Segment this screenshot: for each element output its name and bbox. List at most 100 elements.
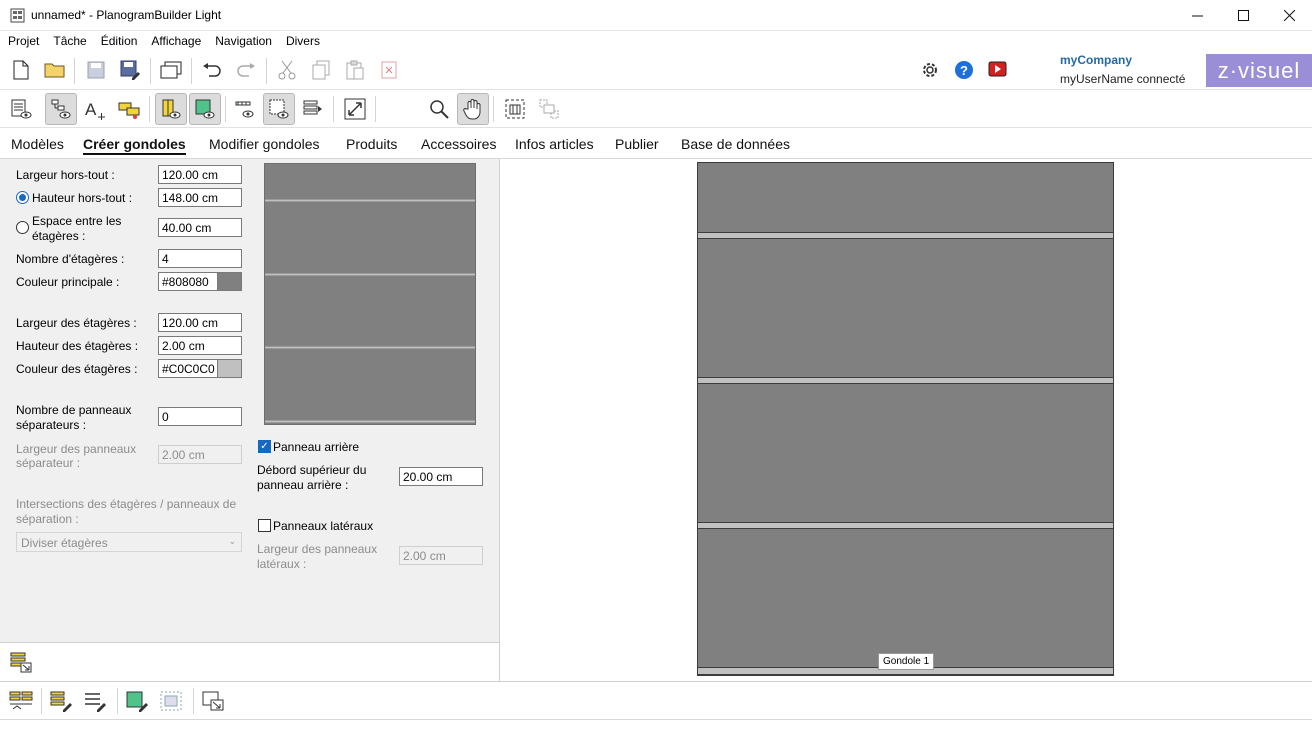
frame-view-icon bbox=[269, 99, 289, 119]
menu-divers[interactable]: Divers bbox=[279, 31, 327, 51]
close-button[interactable] bbox=[1266, 0, 1312, 31]
undo-button[interactable] bbox=[200, 58, 224, 82]
espace-entre-label-1: Espace entre les bbox=[32, 214, 122, 228]
nombre-panneaux-input[interactable]: 0 bbox=[158, 407, 242, 426]
tab-publier[interactable]: Publier bbox=[615, 136, 659, 152]
tab-bar: Modèles Créer gondoles Modifier gondoles… bbox=[0, 130, 1312, 159]
export-button[interactable] bbox=[201, 689, 225, 713]
minimize-button[interactable] bbox=[1174, 0, 1220, 31]
list-view-icon bbox=[11, 99, 32, 119]
largeur-etageres-input[interactable]: 120.00 cm bbox=[158, 313, 242, 332]
save-button[interactable] bbox=[84, 58, 108, 82]
hauteur-hors-tout-input[interactable]: 148.00 cm bbox=[158, 188, 242, 207]
ungroup-button[interactable] bbox=[533, 93, 565, 125]
toolbar-separator bbox=[266, 58, 267, 84]
cut-button[interactable] bbox=[275, 58, 299, 82]
paste-icon bbox=[346, 60, 364, 80]
tab-base-de-donnees[interactable]: Base de données bbox=[681, 136, 790, 152]
help-icon: ? bbox=[955, 61, 973, 79]
edit-background-button[interactable] bbox=[125, 689, 149, 713]
group-button[interactable] bbox=[499, 93, 531, 125]
menu-projet[interactable]: Projet bbox=[0, 31, 46, 51]
tab-accessoires[interactable]: Accessoires bbox=[421, 136, 496, 152]
edit-shelves-button[interactable] bbox=[49, 689, 73, 713]
save-as-icon bbox=[120, 60, 140, 80]
show-list-button[interactable] bbox=[5, 93, 37, 125]
nombre-panneaux-label-1: Nombre de panneaux bbox=[16, 403, 132, 417]
debord-label-2: panneau arrière : bbox=[257, 478, 349, 492]
title-bar: unnamed* - PlanogramBuilder Light bbox=[0, 0, 1312, 31]
largeur-etageres-label: Largeur des étagères : bbox=[16, 316, 137, 330]
copy-button[interactable] bbox=[309, 58, 333, 82]
video-tutorial-button[interactable] bbox=[986, 58, 1010, 82]
show-separators-button[interactable] bbox=[155, 93, 187, 125]
hauteur-hors-tout-label: Hauteur hors-tout : bbox=[32, 191, 133, 205]
arrange-shelves-button[interactable] bbox=[9, 689, 33, 713]
show-frame-button[interactable] bbox=[263, 93, 295, 125]
toolbar-separator bbox=[149, 96, 150, 122]
help-button[interactable]: ? bbox=[952, 58, 976, 82]
duplicate-button[interactable] bbox=[159, 58, 183, 82]
menu-affichage[interactable]: Affichage bbox=[144, 31, 208, 51]
settings-button[interactable] bbox=[918, 58, 942, 82]
tab-produits[interactable]: Produits bbox=[346, 136, 397, 152]
debord-input[interactable]: 20.00 cm bbox=[399, 467, 483, 486]
zoom-button[interactable] bbox=[423, 93, 455, 125]
espace-entre-radio[interactable] bbox=[16, 221, 29, 234]
maximize-button[interactable] bbox=[1220, 0, 1266, 31]
panneau-arriere-checkbox[interactable]: ✓ bbox=[258, 440, 271, 453]
toolbar-separator bbox=[191, 58, 192, 84]
show-shelves-button[interactable] bbox=[229, 93, 261, 125]
gondola-label: Gondole 1 bbox=[878, 653, 935, 670]
redo-button[interactable] bbox=[234, 58, 258, 82]
intersections-select-value: Diviser étagères bbox=[21, 536, 108, 550]
espace-entre-label-2: étagères : bbox=[32, 229, 86, 243]
gondola-shelf[interactable] bbox=[698, 522, 1113, 529]
couleur-etageres-input[interactable]: #C0C0C0 bbox=[158, 359, 218, 378]
tab-creer-gondoles[interactable]: Créer gondoles bbox=[83, 136, 186, 155]
redo-icon bbox=[237, 63, 255, 77]
delete-button[interactable] bbox=[377, 58, 401, 82]
undo-icon bbox=[203, 63, 221, 77]
open-folder-button[interactable] bbox=[43, 58, 67, 82]
tab-modeles[interactable]: Modèles bbox=[11, 136, 64, 152]
mini-shelf bbox=[265, 346, 475, 349]
show-text-button[interactable]: A bbox=[79, 93, 111, 125]
largeur-hors-tout-input[interactable]: 120.00 cm bbox=[158, 165, 242, 184]
edit-lines-button[interactable] bbox=[83, 689, 107, 713]
expand-icon bbox=[344, 98, 366, 120]
tab-infos-articles[interactable]: Infos articles bbox=[515, 136, 594, 152]
hauteur-etageres-label: Hauteur des étagères : bbox=[16, 339, 139, 353]
new-file-button[interactable] bbox=[9, 58, 33, 82]
hauteur-etageres-input[interactable]: 2.00 cm bbox=[158, 336, 242, 355]
show-tree-button[interactable] bbox=[45, 93, 77, 125]
show-products-button[interactable] bbox=[297, 93, 329, 125]
couleur-etageres-swatch[interactable] bbox=[218, 359, 242, 378]
gondola-shelf[interactable] bbox=[698, 232, 1113, 239]
zvisuel-logo: z·visuel bbox=[1206, 54, 1312, 87]
menu-tache[interactable]: Tâche bbox=[46, 31, 93, 51]
show-background-button[interactable] bbox=[189, 93, 221, 125]
fit-to-screen-button[interactable] bbox=[339, 93, 371, 125]
espace-entre-input[interactable]: 40.00 cm bbox=[158, 218, 242, 237]
view-toolbar: A bbox=[0, 90, 1312, 128]
tab-modifier-gondoles[interactable]: Modifier gondoles bbox=[209, 136, 320, 152]
mini-shelf bbox=[265, 420, 475, 423]
save-as-button[interactable] bbox=[118, 58, 142, 82]
paste-button[interactable] bbox=[343, 58, 367, 82]
gondola-shelf[interactable] bbox=[698, 377, 1113, 384]
couleur-principale-swatch[interactable] bbox=[218, 272, 242, 291]
menu-edition[interactable]: Édition bbox=[94, 31, 145, 51]
pan-button[interactable] bbox=[457, 93, 489, 125]
group-bottom-button[interactable] bbox=[159, 689, 183, 713]
gondola-1[interactable] bbox=[697, 162, 1114, 676]
menu-navigation[interactable]: Navigation bbox=[208, 31, 279, 51]
show-labels-button[interactable] bbox=[113, 93, 145, 125]
nombre-etageres-input[interactable]: 4 bbox=[158, 249, 242, 268]
toolbar-separator bbox=[193, 688, 194, 714]
couleur-principale-input[interactable]: #808080 bbox=[158, 272, 218, 291]
arrange-shelves-icon bbox=[9, 691, 33, 710]
hauteur-hors-tout-radio[interactable] bbox=[16, 191, 29, 204]
panneaux-lateraux-checkbox[interactable] bbox=[258, 519, 271, 532]
create-gondola-button[interactable] bbox=[9, 650, 33, 674]
